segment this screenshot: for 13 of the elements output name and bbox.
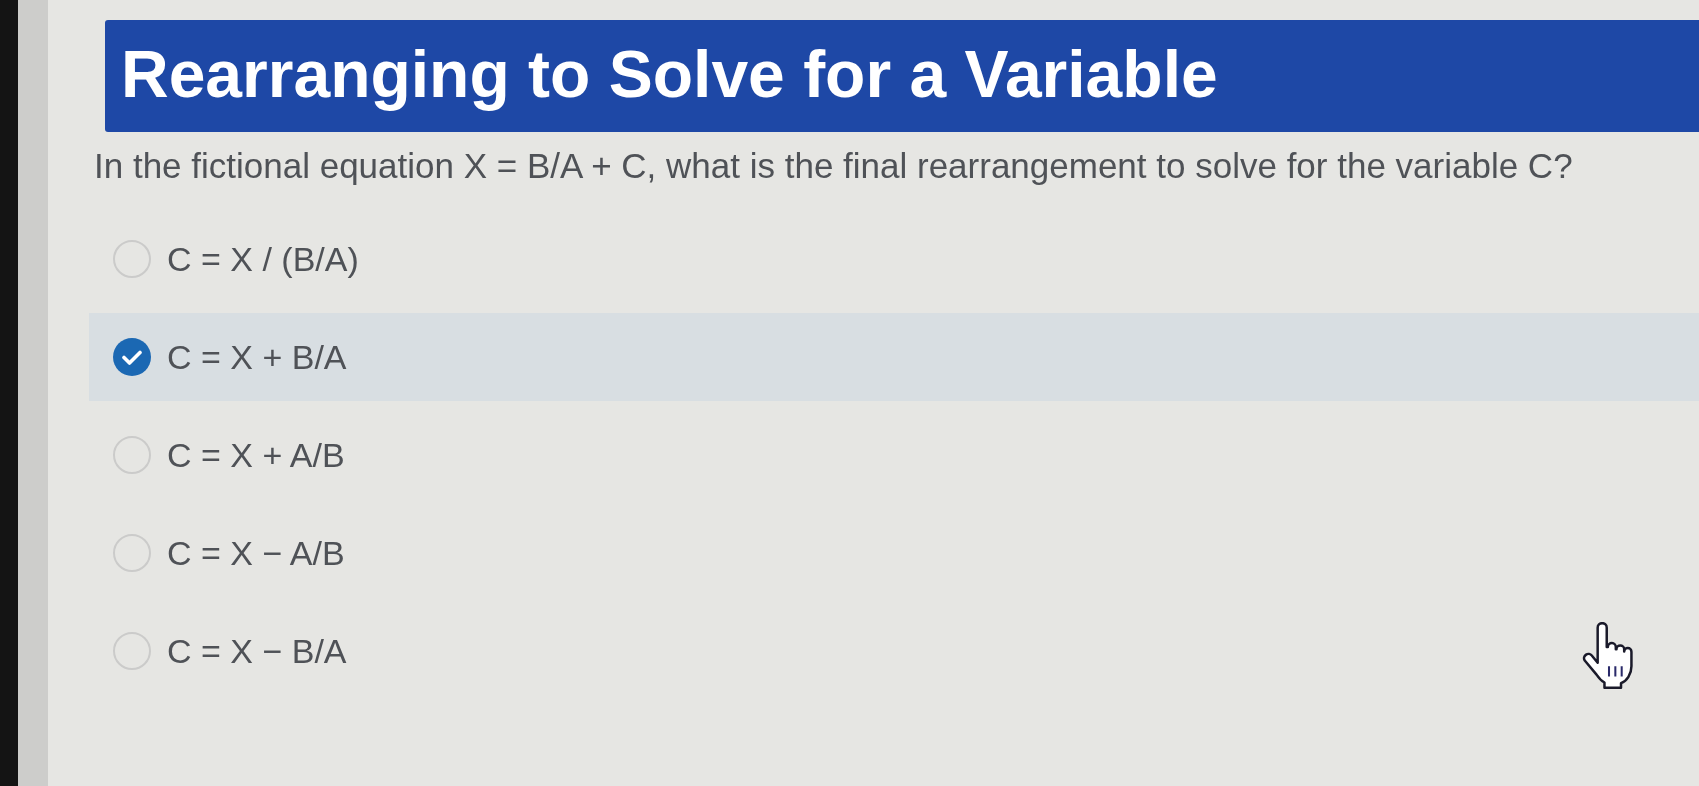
answer-label: C = X + B/A (167, 337, 347, 377)
radio-button[interactable] (113, 632, 151, 670)
radio-button[interactable] (113, 338, 151, 376)
answer-label: C = X + A/B (167, 435, 345, 475)
answer-label: C = X − A/B (167, 533, 345, 573)
check-icon (122, 349, 142, 365)
radio-button[interactable] (113, 436, 151, 474)
page-title: Rearranging to Solve for a Variable (121, 41, 1218, 111)
answer-label: C = X / (B/A) (167, 239, 359, 279)
answer-label: C = X − B/A (167, 631, 347, 671)
radio-button[interactable] (113, 240, 151, 278)
question-text: In the fictional equation X = B/A + C, what is the final rearrangement to solve for the variable C? (94, 145, 1574, 187)
radio-button[interactable] (113, 534, 151, 572)
